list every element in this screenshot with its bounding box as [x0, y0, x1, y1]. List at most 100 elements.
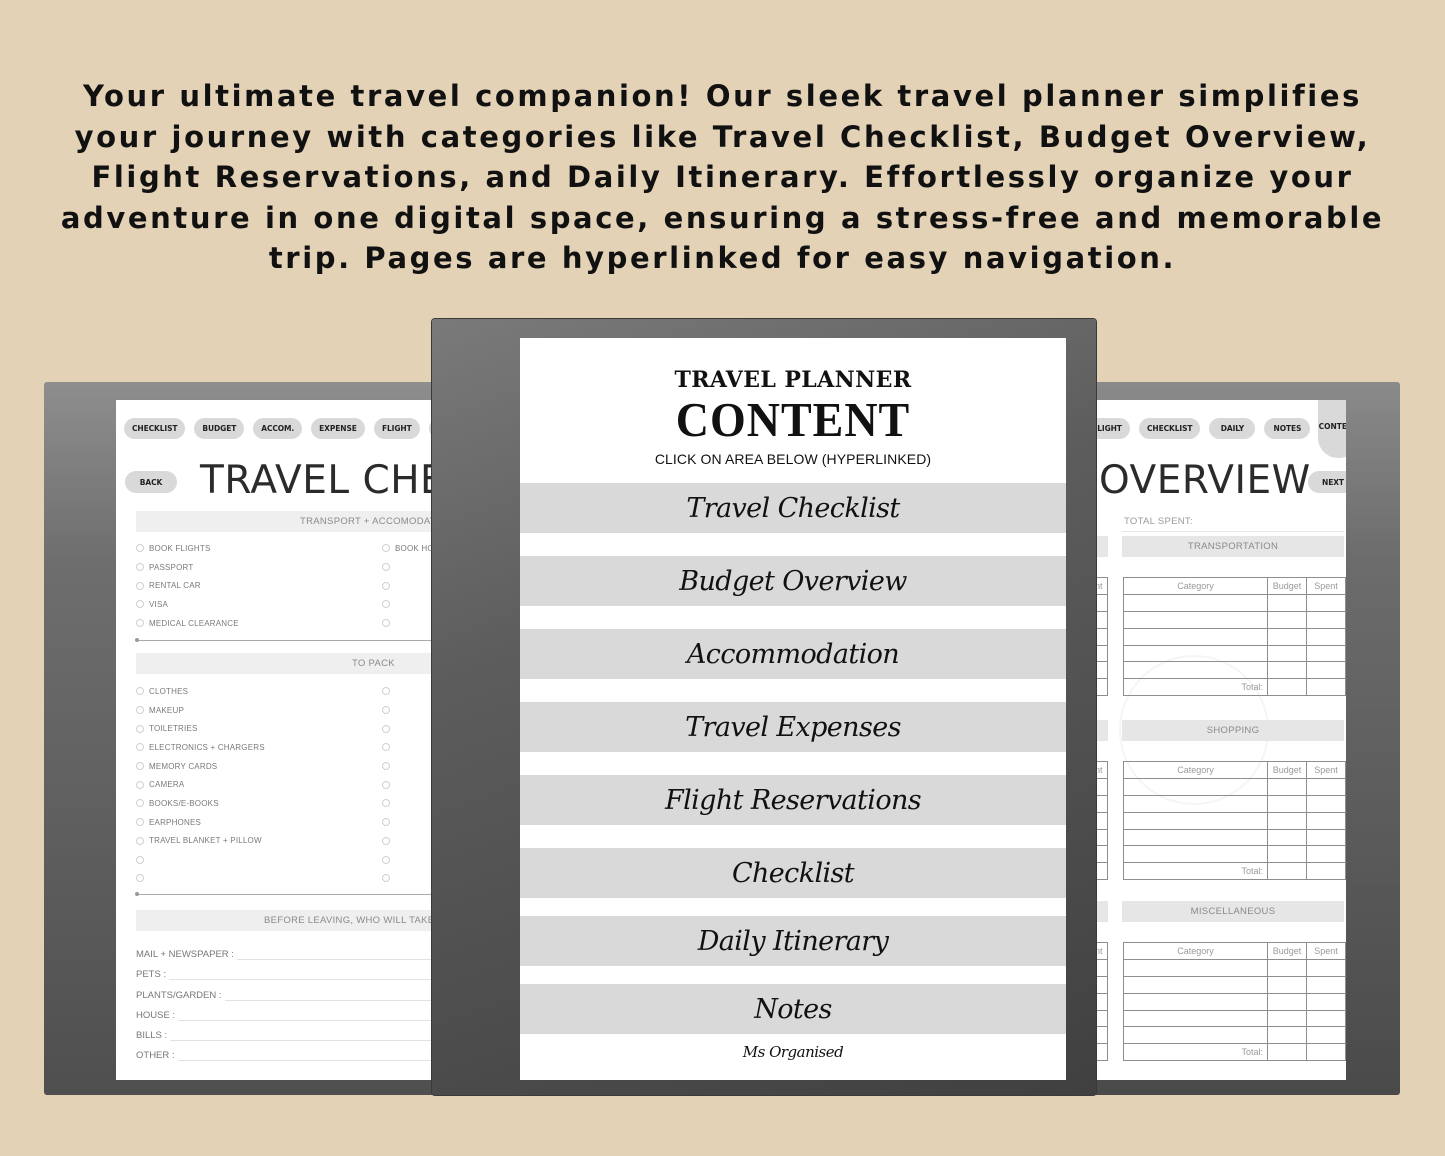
- checklist-item[interactable]: [382, 614, 432, 633]
- checkbox-circle-icon[interactable]: [136, 836, 144, 845]
- spent-cell[interactable]: [1306, 992, 1346, 1011]
- checkbox-circle-icon[interactable]: [382, 799, 390, 808]
- table-cell[interactable]: [1094, 862, 1108, 881]
- spent-cell[interactable]: [1306, 828, 1346, 847]
- checkbox-circle-icon[interactable]: [136, 544, 144, 553]
- checklist-item[interactable]: TOILETRIES: [136, 719, 265, 738]
- budget-cell[interactable]: [1267, 593, 1307, 612]
- checkbox-circle-icon[interactable]: [136, 799, 144, 808]
- checklist-item[interactable]: [382, 775, 395, 794]
- write-in-line[interactable]: [224, 991, 432, 1001]
- category-cell[interactable]: [1123, 644, 1268, 663]
- category-cell[interactable]: [1123, 794, 1268, 813]
- checkbox-circle-icon[interactable]: [382, 706, 390, 715]
- category-cell[interactable]: [1123, 975, 1268, 994]
- write-in-line[interactable]: [178, 1011, 432, 1021]
- checkbox-circle-icon[interactable]: [382, 762, 390, 771]
- nav-tab-daily[interactable]: DAILY: [1209, 418, 1256, 439]
- checkbox-circle-icon[interactable]: [136, 762, 144, 771]
- checklist-item[interactable]: [382, 813, 395, 832]
- checkbox-circle-icon[interactable]: [136, 780, 144, 789]
- category-cell[interactable]: [1123, 661, 1268, 680]
- checklist-item[interactable]: TRAVEL BLANKET + PILLOW: [136, 832, 265, 851]
- content-tab[interactable]: CONTENT: [1318, 400, 1346, 458]
- checklist-item[interactable]: RENTAL CAR: [136, 576, 239, 595]
- toc-link-budget-overview[interactable]: Budget Overview: [520, 556, 1066, 606]
- checklist-item[interactable]: [382, 794, 395, 813]
- checklist-item[interactable]: [136, 869, 265, 888]
- budget-cell[interactable]: [1267, 661, 1307, 680]
- checklist-item[interactable]: [382, 576, 432, 595]
- spent-cell[interactable]: [1306, 1026, 1346, 1045]
- checklist-item[interactable]: MEDICAL CLEARANCE: [136, 614, 239, 633]
- responsibility-field[interactable]: OTHER :: [136, 1041, 432, 1062]
- nav-tab-checklist[interactable]: CHECKLIST: [124, 418, 186, 439]
- checklist-item[interactable]: BOOK FLIGHTS: [136, 539, 239, 558]
- table-cell[interactable]: [1094, 811, 1108, 830]
- spent-cell[interactable]: [1306, 627, 1346, 646]
- checkbox-circle-icon[interactable]: [136, 874, 144, 883]
- checkbox-circle-icon[interactable]: [136, 563, 144, 572]
- responsibility-field[interactable]: PLANTS/GARDEN :: [136, 980, 432, 1001]
- write-in-line[interactable]: [170, 1031, 432, 1041]
- checklist-item[interactable]: [382, 682, 395, 701]
- category-cell[interactable]: [1123, 992, 1268, 1011]
- table-cell[interactable]: [1094, 777, 1108, 796]
- checkbox-circle-icon[interactable]: [382, 743, 390, 752]
- responsibility-field[interactable]: MAIL + NEWSPAPER :: [136, 940, 432, 961]
- category-cell[interactable]: [1123, 627, 1268, 646]
- nav-tab-flight[interactable]: FLIGHT: [1094, 418, 1130, 439]
- checklist-item[interactable]: BOOK HO: [382, 539, 432, 558]
- checkbox-circle-icon[interactable]: [136, 706, 144, 715]
- budget-cell[interactable]: [1267, 794, 1307, 813]
- category-cell[interactable]: [1123, 610, 1268, 629]
- responsibility-field[interactable]: BILLS :: [136, 1021, 432, 1041]
- table-cell[interactable]: [1094, 661, 1108, 680]
- checklist-item[interactable]: EARPHONES: [136, 813, 265, 832]
- spent-cell[interactable]: [1306, 777, 1346, 796]
- checkbox-circle-icon[interactable]: [136, 619, 144, 628]
- budget-cell[interactable]: [1267, 610, 1307, 629]
- toc-link-daily-itinerary[interactable]: Daily Itinerary: [520, 916, 1066, 966]
- nav-tab-accom[interactable]: ACCOM.: [253, 418, 303, 439]
- toc-link-checklist[interactable]: Checklist: [520, 848, 1066, 898]
- toc-link-notes[interactable]: Notes: [520, 984, 1066, 1034]
- checklist-item[interactable]: BOOKS/E-BOOKS: [136, 794, 265, 813]
- table-cell[interactable]: [1094, 1043, 1108, 1062]
- category-cell[interactable]: [1123, 593, 1268, 612]
- checkbox-circle-icon[interactable]: [382, 563, 390, 572]
- nav-tab-flight[interactable]: FLIGHT: [373, 418, 420, 439]
- checklist-item[interactable]: [382, 595, 432, 614]
- spent-cell[interactable]: [1306, 975, 1346, 994]
- spent-cell[interactable]: [1306, 644, 1346, 663]
- checklist-item[interactable]: [382, 558, 432, 577]
- checkbox-circle-icon[interactable]: [382, 600, 390, 609]
- budget-cell[interactable]: [1267, 975, 1307, 994]
- spent-total-cell[interactable]: [1306, 862, 1346, 881]
- write-in-line[interactable]: [177, 1051, 432, 1062]
- table-cell[interactable]: [1094, 992, 1108, 1011]
- checklist-item[interactable]: MAKEUP: [136, 701, 265, 720]
- checklist-item[interactable]: [382, 719, 395, 738]
- category-cell[interactable]: [1123, 828, 1268, 847]
- spent-cell[interactable]: [1306, 845, 1346, 864]
- spent-cell[interactable]: [1306, 610, 1346, 629]
- checklist-item[interactable]: [136, 850, 265, 869]
- responsibility-field[interactable]: PETS :: [136, 960, 432, 981]
- checkbox-circle-icon[interactable]: [136, 687, 144, 696]
- responsibility-field[interactable]: HOUSE :: [136, 1001, 432, 1021]
- toc-link-accommodation[interactable]: Accommodation: [520, 629, 1066, 679]
- checklist-item[interactable]: [382, 850, 395, 869]
- table-cell[interactable]: [1094, 627, 1108, 646]
- checkbox-circle-icon[interactable]: [382, 855, 390, 864]
- budget-total-cell[interactable]: [1267, 1043, 1307, 1062]
- budget-cell[interactable]: [1267, 1026, 1307, 1045]
- budget-cell[interactable]: [1267, 958, 1307, 977]
- spent-cell[interactable]: [1306, 661, 1346, 680]
- category-cell[interactable]: [1123, 958, 1268, 977]
- category-cell[interactable]: [1123, 811, 1268, 830]
- table-cell[interactable]: [1094, 794, 1108, 813]
- checkbox-circle-icon[interactable]: [382, 724, 390, 733]
- budget-total-cell[interactable]: [1267, 678, 1307, 697]
- checkbox-circle-icon[interactable]: [382, 836, 390, 845]
